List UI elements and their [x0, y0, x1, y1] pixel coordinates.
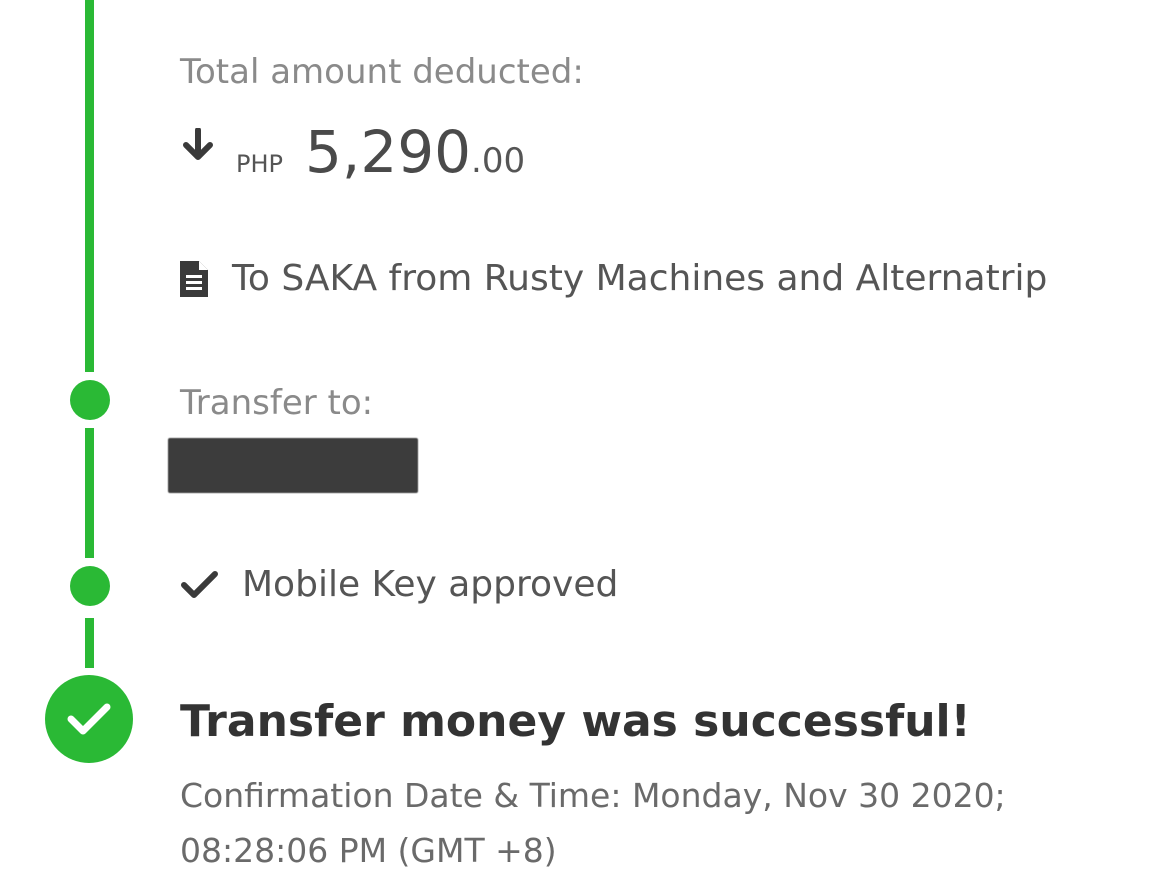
- amount-value: 5,290: [305, 118, 472, 186]
- transfer-note-text: To SAKA from Rusty Machines and Alternat…: [232, 258, 1048, 299]
- confirmation-datetime: Confirmation Date & Time: Monday, Nov 30…: [180, 768, 1006, 878]
- success-check-icon: [67, 703, 111, 735]
- transfer-to-label: Transfer to:: [180, 383, 374, 423]
- timeline-line-top: [85, 0, 94, 372]
- down-arrow-icon: [180, 127, 216, 168]
- document-icon: [180, 260, 208, 297]
- approval-text: Mobile Key approved: [242, 564, 619, 605]
- timeline-step-dot-approval: [70, 566, 110, 606]
- success-title: Transfer money was successful!: [180, 696, 971, 747]
- amount-row: PHP 5,290 .00: [180, 118, 525, 186]
- total-amount-label: Total amount deducted:: [180, 52, 584, 92]
- redacted-recipient: [168, 438, 418, 493]
- confirmation-line-1: Confirmation Date & Time: Monday, Nov 30…: [180, 776, 1006, 815]
- timeline-step-success: [45, 675, 133, 763]
- timeline-step-dot-transfer: [70, 380, 110, 420]
- amount-cents: .00: [471, 141, 526, 181]
- mobile-key-approved: Mobile Key approved: [180, 564, 618, 605]
- check-icon: [181, 570, 218, 598]
- transfer-note: To SAKA from Rusty Machines and Alternat…: [178, 258, 1047, 299]
- timeline-line-bottom: [85, 618, 94, 668]
- confirmation-line-2: 08:28:06 PM (GMT +8): [180, 831, 557, 870]
- currency-code: PHP: [236, 150, 283, 178]
- timeline-line-middle: [85, 428, 94, 558]
